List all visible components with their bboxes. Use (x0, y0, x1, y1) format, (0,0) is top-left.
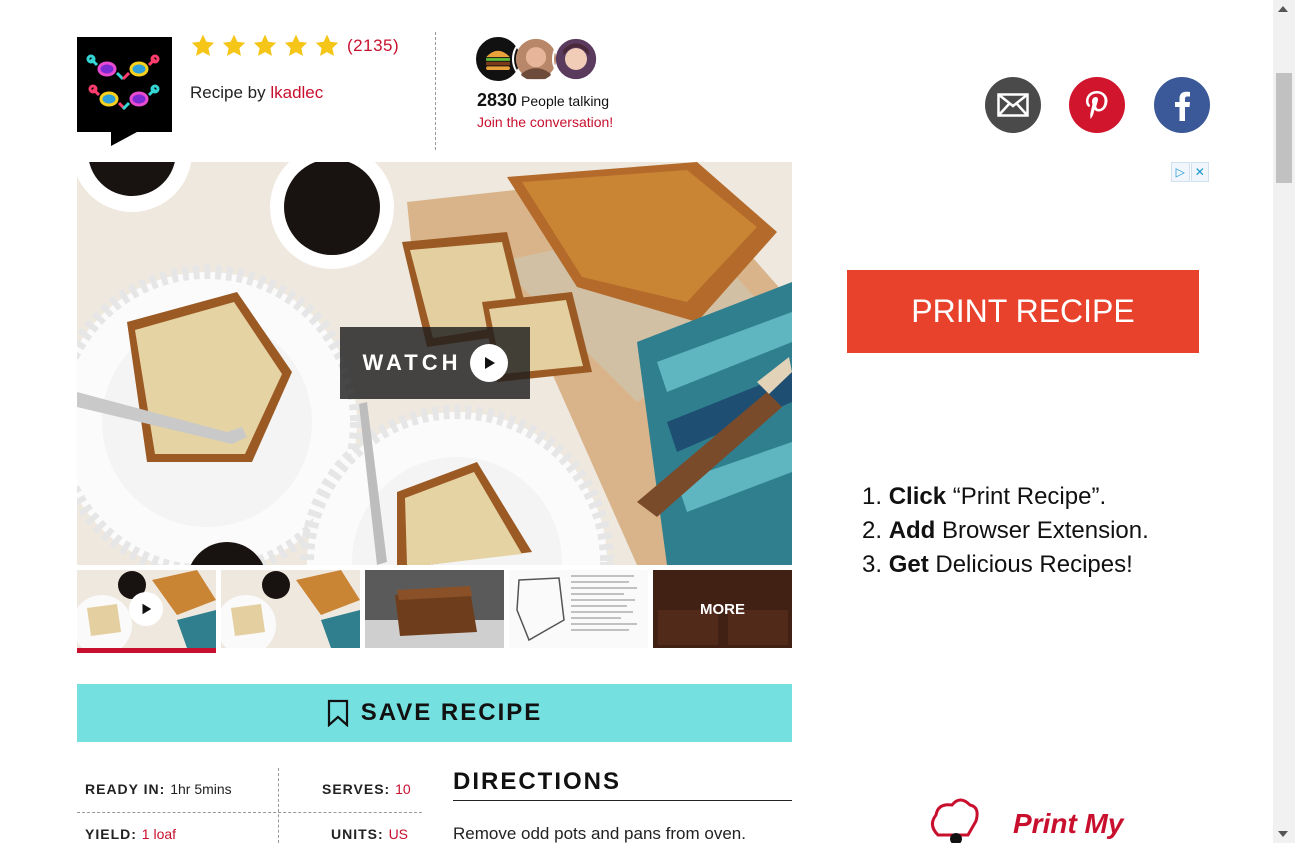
ad-step: 3. Get Delicious Recipes! (862, 551, 1133, 578)
scroll-down-icon[interactable] (1278, 831, 1288, 837)
yield-value[interactable]: 1 loaf (142, 826, 176, 842)
save-recipe-label: SAVE RECIPE (360, 699, 543, 726)
serves-label: SERVES: (322, 781, 391, 797)
author-avatar[interactable] (77, 37, 172, 146)
thumbnail-video[interactable] (77, 570, 216, 653)
save-recipe-button[interactable]: SAVE RECIPE (77, 684, 792, 742)
ad-step-bold: Add (888, 517, 936, 544)
play-icon (469, 344, 508, 382)
units-label: UNITS: (331, 826, 384, 842)
units: UNITS: US (331, 826, 408, 842)
ad-choices[interactable]: ▷ ✕ (1171, 162, 1210, 182)
facebook-icon (1175, 91, 1190, 121)
directions-step: Remove odd pots and pans from oven. (453, 824, 746, 843)
ad-step: 2. Add Browser Extension. (862, 517, 1149, 544)
recipe-video-player[interactable]: WATCH (77, 162, 792, 565)
scroll-up-icon[interactable] (1278, 6, 1288, 12)
thumbnail-image (221, 570, 360, 648)
ad-step: 1. Click “Print Recipe”. (862, 483, 1107, 510)
bookmark-icon (327, 699, 348, 727)
print-my-brand[interactable]: Print My (1013, 808, 1123, 840)
ad-step-text: Browser Extension. (942, 517, 1149, 544)
play-icon (129, 592, 163, 626)
directions-heading: DIRECTIONS (453, 768, 792, 801)
recipe-byline: Recipe by lkadlec (190, 83, 323, 103)
page-scrollbar[interactable] (1273, 0, 1295, 843)
watch-video-button[interactable]: WATCH (340, 327, 530, 399)
header-divider (435, 32, 436, 150)
user-avatar (552, 35, 600, 83)
thumbnail-photo[interactable] (509, 570, 648, 648)
pinterest-share-button[interactable] (1069, 77, 1125, 133)
recipe-info-grid: READY IN: 1hr 5mins SERVES: 10 YIELD: 1 … (77, 768, 422, 843)
rating-stars[interactable]: (2135) (190, 33, 399, 59)
ad-step-bold: Click (888, 483, 947, 510)
email-share-button[interactable] (985, 77, 1041, 133)
yield-label: YIELD: (85, 826, 137, 842)
star-icon (315, 34, 339, 56)
recipe-by-label: Recipe by (190, 83, 266, 102)
ready-in-value: 1hr 5mins (170, 781, 232, 797)
watch-label: WATCH (362, 350, 462, 375)
rating-count[interactable]: (2135) (347, 36, 399, 56)
facebook-share-button[interactable] (1154, 77, 1210, 133)
thumbnail-image (509, 570, 648, 648)
serves: SERVES: 10 (322, 781, 411, 797)
ad-step-text: Delicious Recipes! (935, 551, 1133, 578)
author-link[interactable]: lkadlec (270, 83, 323, 102)
star-icon (253, 34, 277, 56)
ad-choices-icon[interactable]: ▷ (1171, 162, 1190, 182)
people-talking-label: People talking (521, 93, 609, 109)
print-recipe-ad-button[interactable]: PRINT RECIPE (847, 270, 1199, 353)
serves-value[interactable]: 10 (395, 781, 411, 797)
conversation-avatars[interactable] (474, 35, 604, 85)
thumbnail-photo[interactable] (221, 570, 360, 648)
join-conversation-link[interactable]: Join the conversation! (477, 114, 613, 130)
ad-steps: 1. Click “Print Recipe”. 2. Add Browser … (862, 480, 1149, 582)
ad-step-text: “Print Recipe”. (952, 483, 1107, 510)
chef-hat-logo[interactable] (918, 795, 998, 843)
people-talking: 2830 People talking (477, 90, 609, 111)
people-talking-count: 2830 (477, 90, 518, 110)
yield: YIELD: 1 loaf (85, 826, 176, 842)
star-icon (191, 34, 215, 56)
recipe-page: (2135) Recipe by lkadlec 2830 People talk… (0, 0, 1295, 843)
ad-step-bold: Get (888, 551, 929, 578)
thumbnail-image (365, 570, 504, 648)
scroll-thumb[interactable] (1276, 73, 1292, 183)
ready-in-label: READY IN: (85, 781, 166, 797)
candy-avatar-icon (86, 54, 160, 111)
media-thumbnails: MORE (77, 570, 792, 653)
thumbnail-more[interactable]: MORE (653, 570, 792, 648)
thumbnail-photo[interactable] (365, 570, 504, 648)
ready-in: READY IN: 1hr 5mins (85, 781, 232, 797)
star-icon (284, 34, 308, 56)
ad-close-icon[interactable]: ✕ (1190, 162, 1209, 182)
pinterest-icon (1086, 91, 1108, 119)
units-value[interactable]: US (389, 826, 408, 842)
more-label: MORE (653, 570, 792, 648)
star-icon (222, 34, 246, 56)
envelope-icon (997, 93, 1029, 117)
